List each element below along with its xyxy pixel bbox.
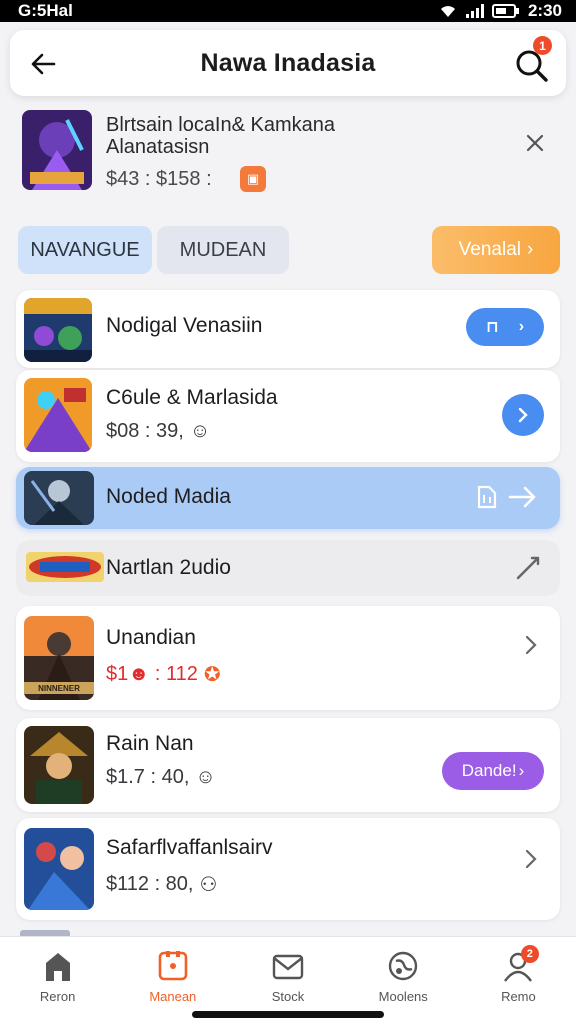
item-name: Rain Nan	[106, 732, 194, 755]
item-price: $08 : 39, ☺	[106, 420, 211, 442]
list-item[interactable]: Nartlan 2udio	[16, 540, 560, 596]
item-price: $112 : 80, ⚇	[106, 873, 218, 896]
featured-thumbnail	[22, 110, 92, 190]
dande-button[interactable]: Dande! ›	[442, 752, 544, 790]
tab-label: Reron	[39, 989, 76, 1004]
notification-badge: 1	[533, 36, 552, 55]
chevron-right-icon[interactable]	[520, 634, 542, 656]
close-icon[interactable]	[524, 132, 546, 154]
edit-icon[interactable]	[514, 554, 542, 582]
item-thumbnail	[24, 828, 94, 910]
tab-label: Remo	[501, 989, 536, 1004]
item-logo	[26, 552, 104, 582]
tab-label: Manean	[149, 989, 197, 1004]
globe-icon	[389, 951, 418, 981]
status-icons: 2:30	[438, 1, 562, 21]
notification-badge: 2	[520, 945, 539, 963]
tab-profile[interactable]: Remo 2	[461, 937, 576, 1024]
chevron-right-icon: ›	[527, 239, 534, 260]
battery-icon	[491, 4, 519, 18]
item-thumbnail	[24, 726, 94, 804]
tag-icon	[158, 951, 188, 981]
featured-name: Blrtsain locaIn& Kamkana Alanatasisn	[106, 114, 336, 158]
page-title: Nawa Inadasia	[200, 48, 376, 77]
item-price: $1☻ : 112 ✪	[106, 663, 221, 686]
chevron-right-icon: ›	[518, 761, 525, 780]
bookmark-icon: ⊓	[485, 319, 499, 336]
filter-chip-mudean[interactable]: MUDEAN	[157, 226, 289, 274]
carrier-text: G:5Hal	[18, 1, 73, 20]
chevron-right-icon[interactable]	[520, 848, 542, 870]
filter-chip-navangue[interactable]: NAVANGUE	[18, 226, 152, 274]
list-item-selected[interactable]: Noded Madia	[16, 467, 560, 529]
featured-item[interactable]: Blrtsain locaIn& Kamkana Alanatasisn $43…	[10, 102, 566, 212]
item-name: Unandian	[106, 626, 196, 649]
item-name: Safarflvaffanlsairv	[106, 836, 273, 859]
coupon-icon: ▣	[240, 166, 266, 192]
item-thumbnail	[24, 471, 94, 525]
item-name: C6ule & Marlasida	[106, 386, 278, 409]
arrow-right-icon[interactable]	[508, 485, 538, 509]
signal-icon	[465, 4, 484, 18]
filter-bar: NAVANGUE MUDEAN Venalal ›	[18, 226, 560, 274]
featured-price: $43 : $158 :	[106, 168, 212, 190]
view-all-button[interactable]: Venalal ›	[432, 226, 560, 274]
tab-label: Stock	[271, 989, 305, 1004]
smile-icon: ☺	[195, 766, 216, 788]
mail-icon	[272, 954, 304, 980]
chevron-right-icon	[518, 407, 528, 423]
next-button[interactable]	[502, 394, 544, 436]
document-icon	[477, 485, 497, 509]
item-thumbnail	[24, 298, 92, 362]
app-header: Nawa Inadasia 1	[10, 30, 566, 96]
item-thumbnail: NINNENER	[24, 616, 94, 700]
item-name: Noded Madia	[106, 485, 231, 508]
thumb-caption: NINNENER	[38, 684, 80, 693]
item-name: Nartlan 2udio	[106, 556, 231, 579]
clock-text: 2:30	[527, 1, 562, 20]
list-item[interactable]: Rain Nan $1.7 : 40, ☺ Dande! ›	[16, 718, 560, 812]
list-item[interactable]: NINNENER Unandian $1☻ : 112 ✪	[16, 606, 560, 710]
back-arrow-icon[interactable]	[28, 49, 58, 79]
dande-label: Dande!	[461, 761, 517, 780]
list-item[interactable]: C6ule & Marlasida $08 : 39, ☺	[16, 370, 560, 462]
wifi-icon	[440, 6, 455, 17]
open-button[interactable]: ⊓ ›	[466, 308, 544, 346]
item-name: Nodigal Venasiin	[106, 314, 263, 337]
status-bar: G:5Hal 2:30	[0, 0, 576, 22]
badge-icon: ✪	[203, 664, 221, 686]
home-indicator	[192, 1011, 384, 1018]
chevron-right-icon: ›	[518, 318, 525, 335]
home-icon	[45, 953, 70, 981]
tab-label: Moolens	[378, 989, 428, 1004]
view-all-label: Venalal	[458, 239, 521, 260]
item-thumbnail	[24, 378, 92, 452]
list-item[interactable]: Safarflvaffanlsairv $112 : 80, ⚇	[16, 818, 560, 920]
item-price: $1.7 : 40, ☺	[106, 766, 216, 788]
list-item[interactable]: Nodigal Venasiin ⊓ ›	[16, 290, 560, 368]
cursor-icon: ⚇	[199, 874, 218, 896]
smile-icon: ☺	[189, 420, 211, 442]
tab-home[interactable]: Reron	[0, 937, 115, 1024]
